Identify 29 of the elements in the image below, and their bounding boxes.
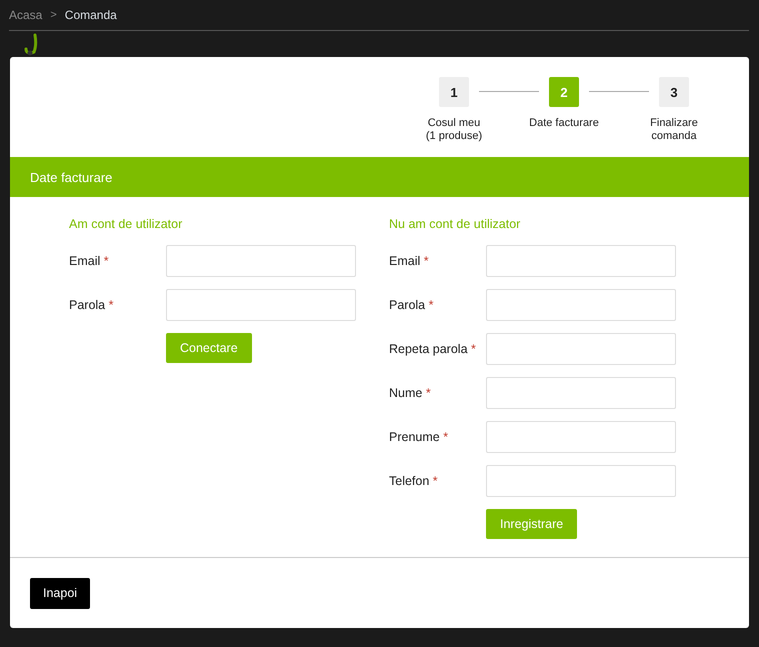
column-heading: Am cont de utilizator	[69, 217, 184, 231]
breadcrumb-link[interactable]: Comanda	[64, 8, 117, 22]
field-label: Telefon *	[389, 474, 439, 488]
field-label: Nume *	[389, 386, 432, 400]
step-number: 2	[549, 77, 579, 107]
back-button[interactable]: Inapoi	[30, 578, 90, 608]
input-field[interactable]	[166, 289, 356, 321]
column-heading: Nu am cont de utilizator	[389, 217, 522, 231]
breadcrumb-link[interactable]: Acasa	[9, 8, 42, 22]
field-label: Repeta parola *	[389, 342, 477, 356]
field-label: Email *	[389, 254, 430, 268]
input-field[interactable]	[486, 465, 676, 497]
input-field[interactable]	[486, 333, 676, 365]
field-label: Parola *	[69, 298, 114, 312]
breadcrumb-separator: >	[50, 9, 57, 21]
field-label: Prenume *	[389, 430, 450, 444]
step-number: 3	[659, 77, 689, 107]
section-title: Date facturare	[30, 170, 112, 184]
input-field[interactable]	[486, 421, 676, 453]
step-number: 1	[439, 77, 469, 107]
input-field[interactable]	[486, 289, 676, 321]
step-label: Date facturare	[529, 117, 599, 130]
input-field[interactable]	[486, 245, 676, 277]
field-label: Email *	[69, 254, 110, 268]
step-label: Cosul meu (1 produse)	[426, 117, 482, 143]
field-label: Parola *	[389, 298, 434, 312]
input-field[interactable]	[486, 377, 676, 409]
step-label: Finalizare comanda	[650, 117, 698, 143]
input-field[interactable]	[166, 245, 356, 277]
